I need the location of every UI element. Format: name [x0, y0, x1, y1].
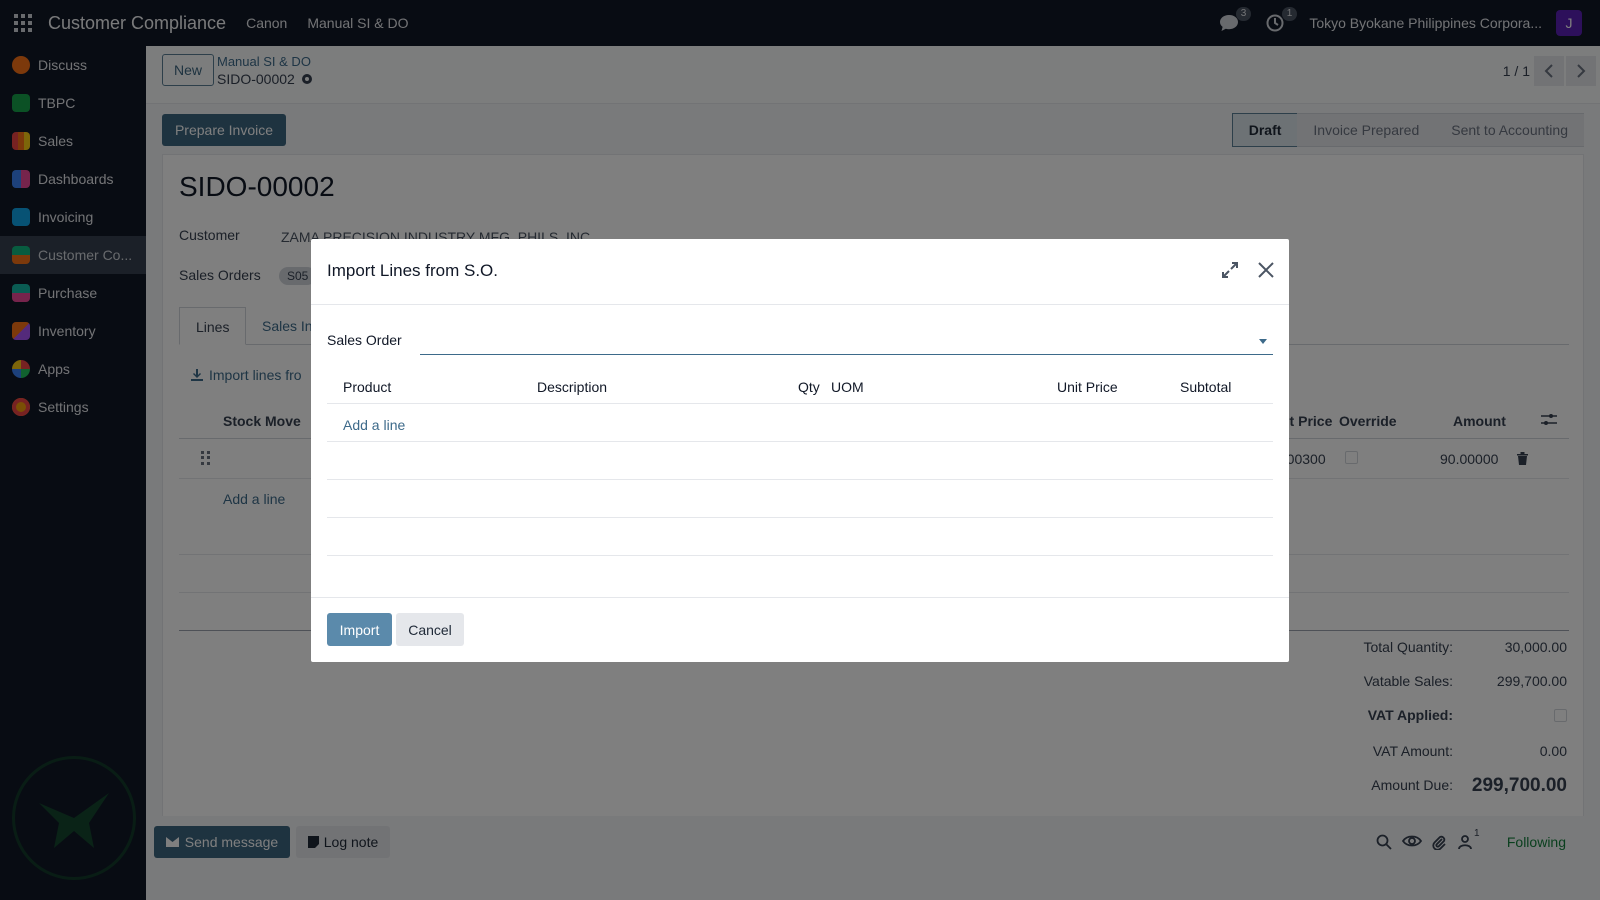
close-dialog-button[interactable]	[1257, 261, 1275, 282]
col-subtotal[interactable]: Subtotal	[1180, 379, 1231, 395]
dialog-lines-header: Product Description Qty UOM Unit Price S…	[327, 366, 1273, 404]
col-description[interactable]: Description	[537, 379, 607, 395]
col-unit-price[interactable]: Unit Price	[1057, 379, 1118, 395]
import-lines-dialog: Import Lines from S.O. Sales Order Produ…	[311, 239, 1289, 662]
sales-order-input[interactable]	[420, 323, 1273, 355]
table-row	[327, 404, 1273, 442]
expand-dialog-button[interactable]	[1221, 261, 1239, 282]
dialog-header-divider	[311, 304, 1289, 305]
table-row	[327, 480, 1273, 518]
import-button[interactable]: Import	[327, 613, 392, 646]
col-qty[interactable]: Qty	[798, 379, 820, 395]
table-row	[327, 518, 1273, 556]
dialog-title: Import Lines from S.O.	[327, 261, 498, 280]
cancel-button[interactable]: Cancel	[396, 613, 464, 646]
expand-icon	[1222, 262, 1238, 278]
col-uom[interactable]: UOM	[831, 379, 864, 395]
close-icon	[1258, 262, 1274, 278]
dialog-footer-divider	[311, 597, 1289, 598]
table-row	[327, 442, 1273, 480]
sales-order-label: Sales Order	[327, 332, 402, 348]
chevron-down-icon[interactable]	[1259, 339, 1267, 344]
col-product[interactable]: Product	[343, 379, 391, 395]
